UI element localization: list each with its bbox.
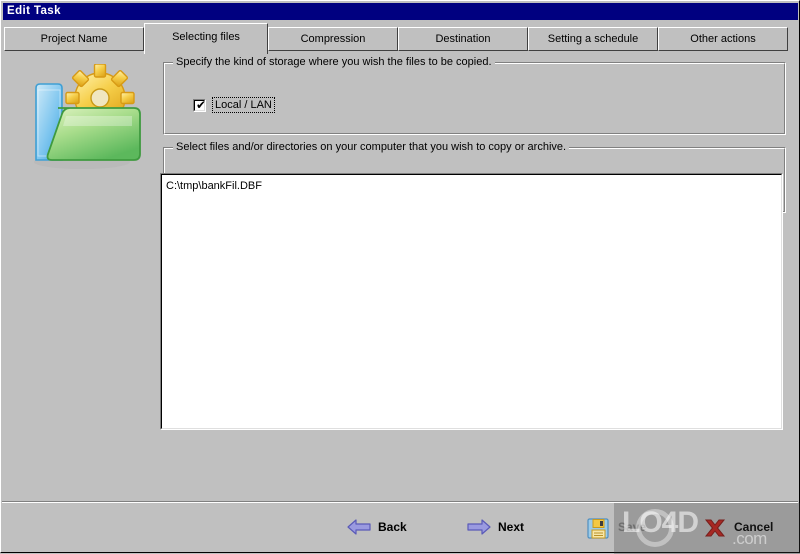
local-lan-checkbox-row[interactable]: ✔ Local / LAN bbox=[193, 97, 275, 113]
local-lan-checkbox[interactable]: ✔ bbox=[193, 97, 207, 112]
next-button[interactable]: Next bbox=[466, 515, 524, 539]
tab-project-name[interactable]: Project Name bbox=[4, 27, 144, 51]
list-item[interactable]: C:\tmp\bankFil.DBF bbox=[166, 179, 781, 193]
wizard-button-bar: Back Next Save Cancel bbox=[2, 501, 798, 552]
folder-gear-icon bbox=[22, 63, 152, 174]
window-title: Edit Task bbox=[7, 5, 61, 17]
tab-compression[interactable]: Compression bbox=[268, 27, 398, 51]
tab-label: Destination bbox=[435, 33, 491, 45]
tab-label: Project Name bbox=[40, 33, 108, 45]
storage-kind-legend: Specify the kind of storage where you wi… bbox=[173, 56, 495, 68]
arrow-left-icon bbox=[346, 517, 372, 537]
window-titlebar: Edit Task bbox=[3, 3, 798, 20]
listbox-content[interactable]: C:\tmp\bankFil.DBF bbox=[161, 174, 782, 429]
red-x-icon bbox=[702, 517, 728, 537]
back-button-label: Back bbox=[378, 520, 407, 534]
checkmark-icon: ✔ bbox=[196, 97, 207, 112]
tab-destination[interactable]: Destination bbox=[398, 27, 528, 51]
tab-label: Setting a schedule bbox=[547, 33, 639, 45]
tab-other-actions[interactable]: Other actions bbox=[658, 27, 788, 51]
next-button-label: Next bbox=[498, 520, 525, 534]
cancel-button[interactable]: Cancel bbox=[702, 515, 773, 539]
save-button[interactable]: Save bbox=[586, 515, 646, 539]
storage-kind-groupbox: Specify the kind of storage where you wi… bbox=[163, 56, 786, 135]
edit-task-window: Edit Task Project Name Selecting files C… bbox=[0, 0, 800, 554]
tab-label: Other actions bbox=[690, 33, 756, 45]
local-lan-checkbox-label[interactable]: Local / LAN bbox=[212, 97, 275, 113]
cancel-button-label: Cancel bbox=[734, 520, 774, 534]
back-button[interactable]: Back bbox=[346, 515, 407, 539]
tab-setting-a-schedule[interactable]: Setting a schedule bbox=[528, 27, 658, 51]
tab-selecting-files[interactable]: Selecting files bbox=[144, 23, 268, 54]
selected-files-listbox[interactable]: C:\tmp\bankFil.DBF bbox=[160, 173, 783, 430]
arrow-right-icon bbox=[466, 517, 492, 537]
save-button-label: Save bbox=[618, 520, 647, 534]
floppy-disk-icon bbox=[586, 517, 612, 539]
tab-label: Selecting files bbox=[172, 31, 240, 43]
tab-label: Compression bbox=[300, 33, 366, 45]
tab-strip: Project Name Selecting files Compression… bbox=[4, 23, 796, 55]
select-files-legend: Select files and/or directories on your … bbox=[173, 141, 570, 153]
